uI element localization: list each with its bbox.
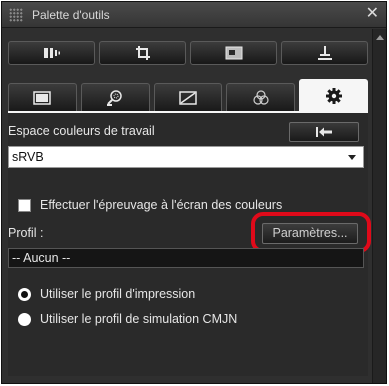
tab-magnify[interactable] — [80, 83, 150, 113]
window-title: Palette d'outils — [32, 8, 110, 22]
tab-settings[interactable] — [299, 79, 368, 113]
brightness-tool-icon — [43, 48, 60, 58]
color-icon — [253, 90, 269, 105]
drag-grip-icon[interactable] — [9, 8, 23, 22]
soft-proof-checkbox[interactable] — [18, 199, 31, 212]
settings-button[interactable]: Paramètres... — [262, 223, 358, 244]
soft-proof-label[interactable]: Effectuer l'épreuvage à l'écran des coul… — [40, 198, 282, 212]
settings-icon — [325, 88, 342, 104]
profile-field: -- Aucun -- — [8, 248, 364, 268]
tab-tone-curve[interactable] — [153, 83, 223, 113]
radio-print-profile[interactable] — [18, 288, 31, 301]
workspace-color-label: Espace couleurs de travail — [8, 124, 155, 138]
tab-crop[interactable] — [99, 41, 186, 65]
tab-brightness[interactable] — [8, 41, 95, 65]
color-space-value: sRVB — [12, 150, 44, 164]
tab-stamp[interactable] — [281, 41, 368, 65]
tool-tab-row-2 — [8, 79, 368, 113]
tone-curve-icon — [179, 91, 197, 105]
profile-value: -- Aucun -- — [12, 251, 71, 265]
chevron-down-icon[interactable] — [348, 155, 356, 160]
reset-arrow-icon — [316, 127, 332, 137]
cmyk-profile-label[interactable]: Utiliser le profil de simulation CMJN — [40, 312, 237, 326]
scroll-up-arrow-icon[interactable] — [376, 35, 384, 40]
magnify-icon — [107, 90, 122, 106]
print-profile-label[interactable]: Utiliser le profil d'impression — [40, 287, 195, 301]
vertical-scrollbar[interactable] — [372, 29, 386, 383]
crop-tool-icon — [135, 46, 150, 60]
settings-panel: Espace couleurs de travail sRVB Effectue… — [8, 113, 371, 376]
reset-button[interactable] — [289, 122, 359, 142]
tool-palette-window: Palette d'outils ✕ Espace couleurs de tr… — [1, 1, 387, 384]
palette-content: Espace couleurs de travail sRVB Effectue… — [8, 35, 371, 380]
tool-tab-row-1 — [8, 41, 368, 65]
title-bar[interactable]: Palette d'outils ✕ — [2, 2, 386, 28]
tab-color[interactable] — [226, 83, 296, 113]
color-space-select[interactable]: sRVB — [8, 146, 364, 168]
tab-image-view[interactable] — [190, 41, 277, 65]
image-view-icon — [225, 46, 242, 60]
close-icon[interactable]: ✕ — [366, 5, 379, 23]
basic-adjust-icon — [33, 91, 52, 105]
stamp-tool-icon — [317, 46, 332, 60]
tab-basic-adjust[interactable] — [8, 83, 77, 113]
radio-cmyk-profile[interactable] — [18, 313, 31, 326]
profile-label: Profil : — [8, 226, 44, 240]
